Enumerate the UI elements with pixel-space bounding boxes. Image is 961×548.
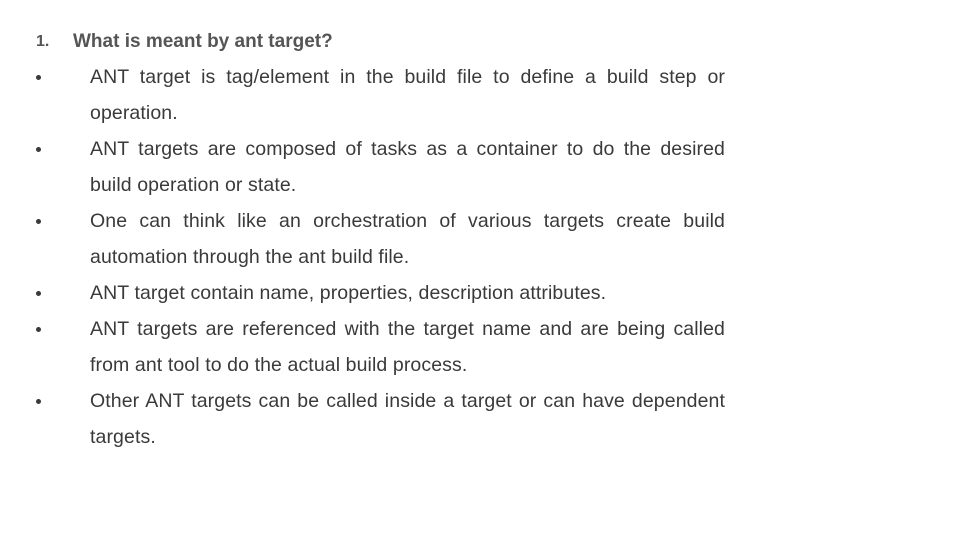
list-item-text: ANT target contain name, properties, des… xyxy=(90,282,607,304)
list-item-text: One can think like an orchestration of v… xyxy=(90,210,725,268)
document-page: 1. What is meant by ant target? ANT targ… xyxy=(0,0,961,548)
bullet-icon xyxy=(36,147,41,152)
bullet-icon xyxy=(36,399,41,404)
question-title: What is meant by ant target? xyxy=(73,31,333,52)
list-item-text: ANT targets are referenced with the targ… xyxy=(90,318,725,376)
bullet-icon xyxy=(36,327,41,332)
list-item-text: Other ANT targets can be called inside a… xyxy=(90,390,725,448)
question-number: 1. xyxy=(36,33,50,50)
list-item-text: ANT targets are composed of tasks as a c… xyxy=(90,138,725,196)
list-item: ANT target is tag/element in the build f… xyxy=(0,59,961,131)
list-item: ANT target contain name, properties, des… xyxy=(0,275,961,311)
bullet-icon xyxy=(36,291,41,296)
bullet-icon xyxy=(36,219,41,224)
list-item: One can think like an orchestration of v… xyxy=(0,203,961,275)
list-item: ANT targets are referenced with the targ… xyxy=(0,311,961,383)
bullet-icon xyxy=(36,75,41,80)
list-item: Other ANT targets can be called inside a… xyxy=(0,383,961,455)
list-item: ANT targets are composed of tasks as a c… xyxy=(0,131,961,203)
answer-bullet-list: ANT target is tag/element in the build f… xyxy=(0,59,961,455)
question-heading: 1. What is meant by ant target? xyxy=(36,28,333,56)
list-item-text: ANT target is tag/element in the build f… xyxy=(90,66,725,124)
